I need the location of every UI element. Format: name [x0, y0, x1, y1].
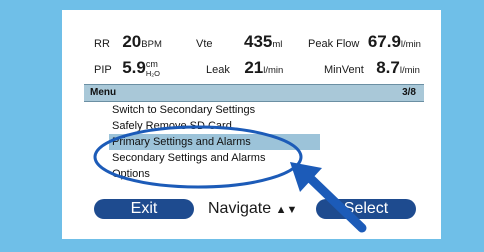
- peak-flow-label: Peak Flow: [308, 38, 360, 50]
- minvent-unit: l/min: [399, 65, 420, 76]
- leak-label: Leak: [206, 64, 230, 76]
- leak-unit: l/min: [263, 65, 284, 76]
- rr-readout: RR 20BPM: [94, 32, 162, 52]
- menu-item-options[interactable]: Options: [112, 166, 150, 182]
- navigate-label: Navigate: [208, 200, 272, 217]
- vte-label: Vte: [196, 38, 213, 50]
- device-screen: RR 20BPM Vte 435ml Peak Flow 67.9l/min P…: [84, 26, 424, 223]
- rr-label: RR: [94, 38, 110, 50]
- menu-item-switch-secondary[interactable]: Switch to Secondary Settings: [112, 102, 255, 118]
- menu-title: Menu: [90, 87, 117, 98]
- vte-unit: ml: [272, 39, 283, 50]
- minvent-readout: MinVent 8.7l/min: [324, 58, 420, 78]
- vte-value-group: 435ml: [244, 32, 282, 52]
- pip-readout: PIP 5.9 cm H₂O: [94, 58, 160, 78]
- pip-unit-top: cm: [145, 59, 158, 69]
- softkey-bar: Exit Navigate ▲▼ Select: [84, 199, 424, 220]
- exit-button[interactable]: Exit: [94, 199, 194, 219]
- readouts-panel: RR 20BPM Vte 435ml Peak Flow 67.9l/min P…: [84, 26, 424, 84]
- up-down-arrows-icon: ▲▼: [275, 204, 298, 216]
- rr-unit: BPM: [141, 39, 162, 50]
- leak-value: 21: [244, 58, 264, 77]
- minvent-label: MinVent: [324, 64, 364, 76]
- rr-value: 20: [122, 32, 142, 51]
- vte-value: 435: [244, 32, 273, 51]
- leak-readout: Leak 21l/min: [206, 58, 283, 78]
- minvent-value: 8.7: [376, 58, 400, 77]
- navigate-control[interactable]: Navigate ▲▼: [208, 199, 297, 219]
- pip-label: PIP: [94, 64, 112, 76]
- menu-header: Menu 3/8: [84, 84, 424, 102]
- menu-item-remove-sd-card[interactable]: Safely Remove SD Card: [112, 118, 232, 134]
- pip-unit: cm H₂O: [145, 59, 160, 79]
- peak-flow-unit: l/min: [400, 39, 421, 50]
- menu-page-indicator: 3/8: [402, 87, 416, 98]
- pip-unit-sub: H₂O: [145, 69, 160, 78]
- menu-item-secondary-settings[interactable]: Secondary Settings and Alarms: [112, 150, 265, 166]
- vte-readout: Vte: [196, 34, 213, 52]
- readouts-row-2: PIP 5.9 cm H₂O Leak 21l/min MinVent 8.7l/m…: [88, 56, 422, 78]
- peak-flow-value: 67.9: [367, 32, 401, 51]
- peak-flow-readout: Peak Flow 67.9l/min: [308, 32, 421, 52]
- readouts-row-1: RR 20BPM Vte 435ml Peak Flow 67.9l/min: [88, 30, 422, 52]
- menu-item-primary-settings[interactable]: Primary Settings and Alarms: [109, 134, 320, 150]
- select-button[interactable]: Select: [316, 199, 416, 219]
- pip-value: 5.9: [122, 58, 146, 77]
